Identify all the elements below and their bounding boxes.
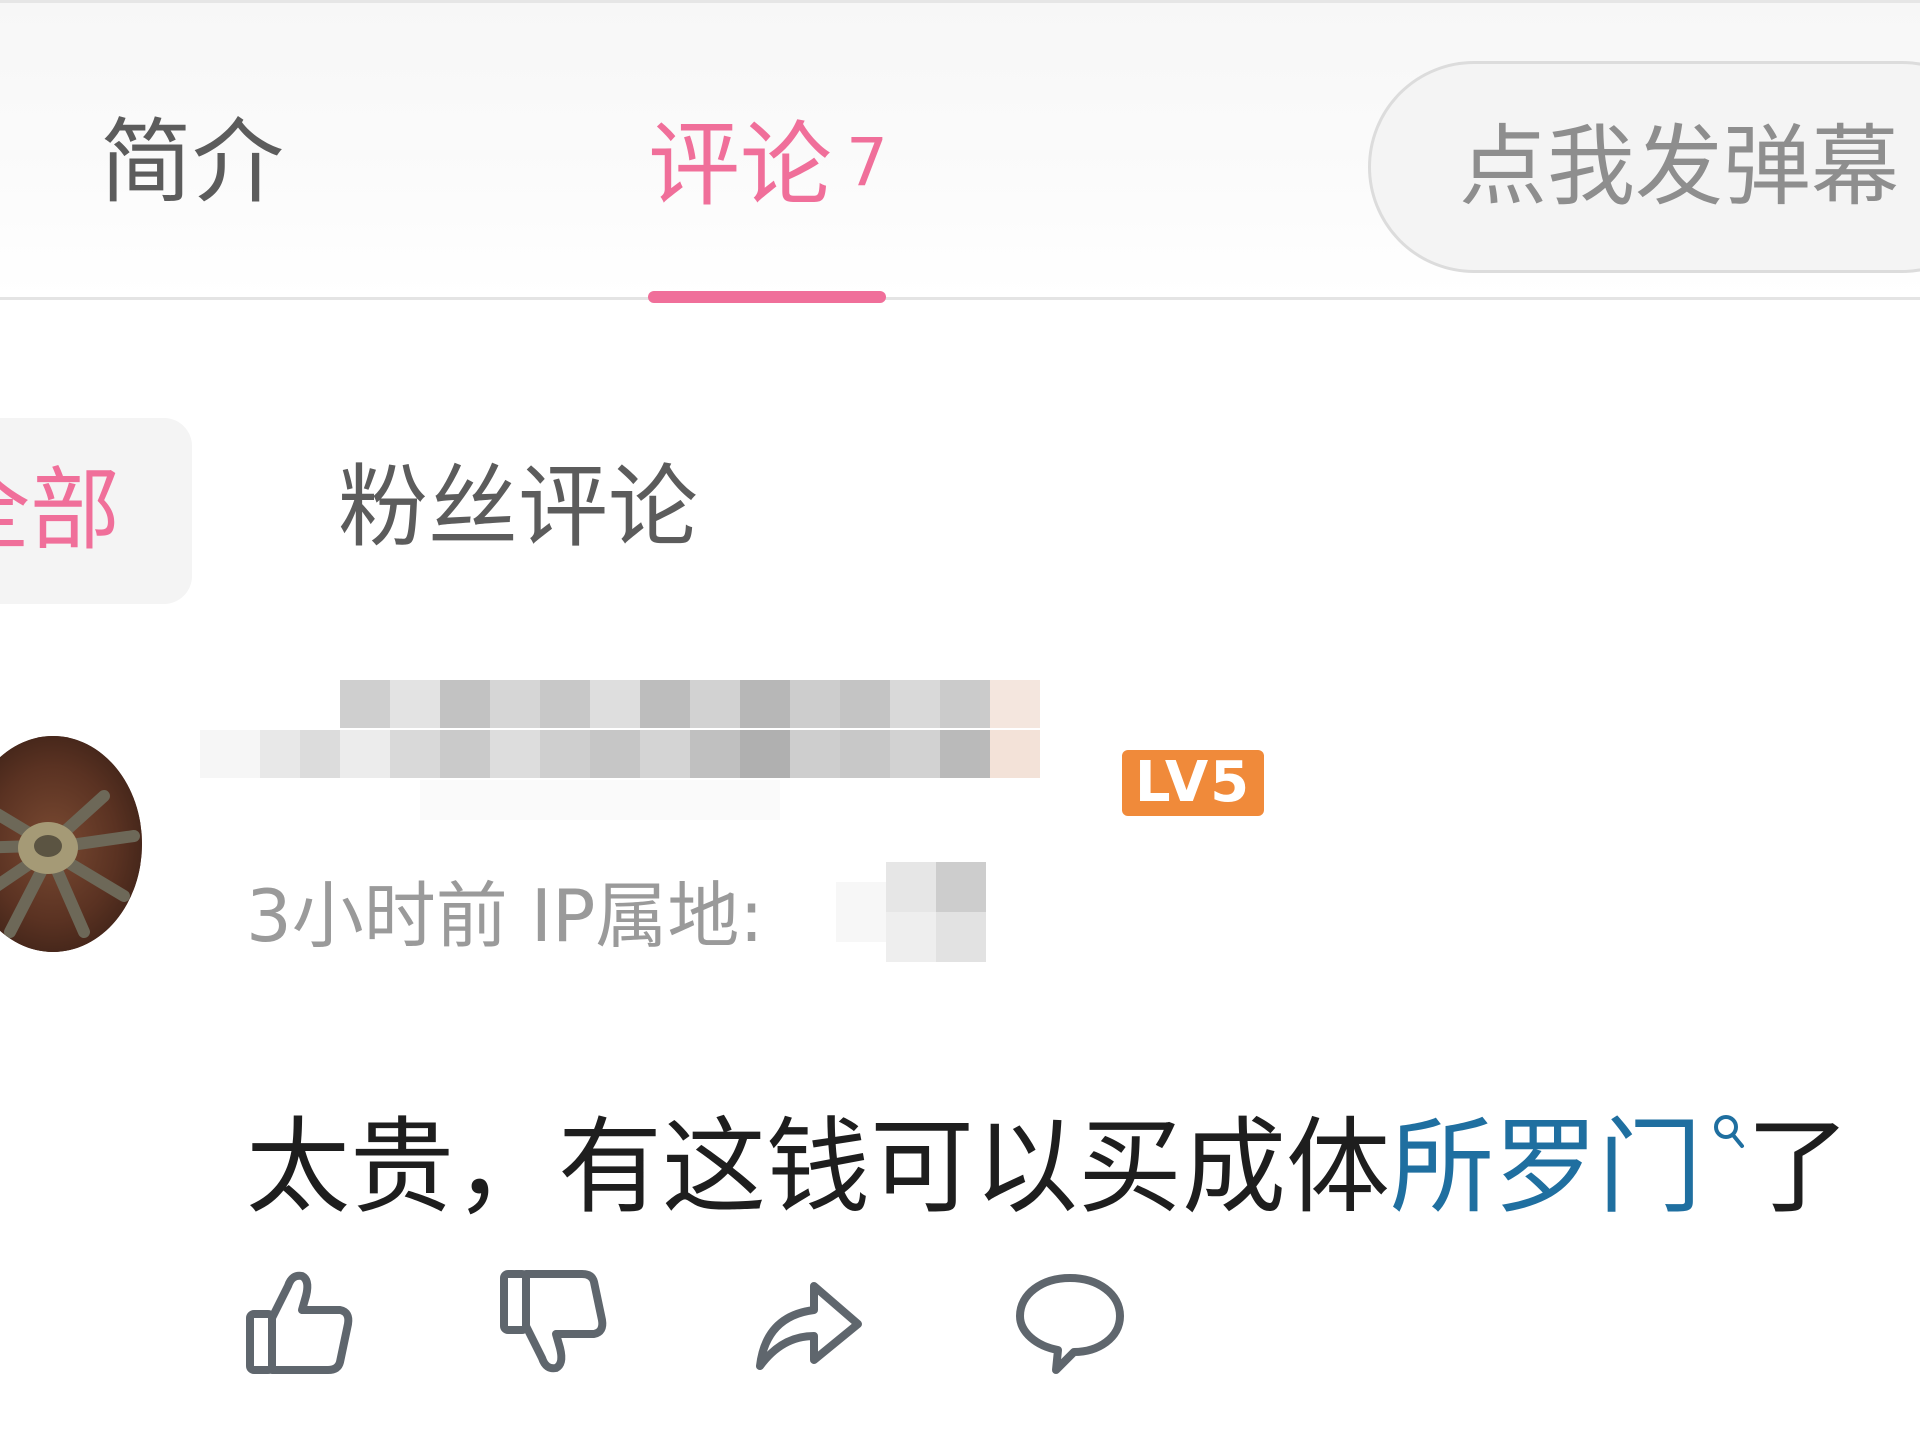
share-icon bbox=[756, 1282, 862, 1370]
comment-bubble-icon bbox=[1016, 1274, 1124, 1374]
keyword-link[interactable]: 所罗门 bbox=[1390, 1106, 1746, 1228]
filter-all-button[interactable]: 全部 bbox=[0, 418, 192, 604]
tab-comments-label: 评论 bbox=[648, 112, 833, 219]
keyword-text: 所罗门 bbox=[1390, 1106, 1703, 1228]
tab-comments-count: 7 bbox=[846, 124, 889, 201]
filter-all-label: 全部 bbox=[0, 458, 120, 563]
ip-location-blurred bbox=[836, 862, 1036, 972]
like-button[interactable] bbox=[244, 1266, 356, 1378]
search-icon bbox=[1712, 1050, 1746, 1180]
comment-time: 3小时前 bbox=[246, 874, 508, 958]
comment-text-before: 太贵，有这钱可以买成体 bbox=[246, 1106, 1391, 1228]
comment-page: 简介 评论7 点我发弹幕 全部 粉丝评论 bbox=[0, 0, 1920, 1440]
avatar-image bbox=[0, 736, 142, 952]
danmaku-input[interactable]: 点我发弹幕 bbox=[1368, 61, 1920, 273]
level-badge-text: LV5 bbox=[1134, 750, 1252, 815]
level-badge: LV5 bbox=[1122, 750, 1264, 816]
danmaku-placeholder: 点我发弹幕 bbox=[1459, 115, 1900, 218]
comment-meta: 3小时前 IP属地: bbox=[246, 876, 764, 956]
username-blurred[interactable] bbox=[200, 680, 1140, 860]
tab-intro[interactable]: 简介 bbox=[100, 113, 284, 213]
comment-text-after: 了 bbox=[1746, 1106, 1851, 1228]
thumbs-up-icon bbox=[246, 1271, 353, 1374]
filter-fans-label: 粉丝评论 bbox=[338, 455, 698, 560]
comment-ip-label: IP属地: bbox=[530, 874, 764, 958]
dislike-button[interactable] bbox=[498, 1266, 610, 1378]
tab-bar: 简介 评论 7 点我发弹幕 bbox=[0, 0, 1920, 303]
tab-comments[interactable]: 评论 7 bbox=[648, 113, 888, 216]
thumbs-down-icon bbox=[500, 1270, 607, 1373]
filter-fans-button[interactable]: 粉丝评论 bbox=[338, 458, 698, 558]
active-tab-indicator bbox=[648, 291, 886, 303]
reply-button[interactable] bbox=[1014, 1266, 1126, 1378]
avatar[interactable] bbox=[0, 736, 142, 952]
comment-body: 太贵，有这钱可以买成体所罗门了 bbox=[246, 1050, 1850, 1232]
share-button[interactable] bbox=[752, 1266, 864, 1378]
tab-intro-label: 简介 bbox=[100, 109, 285, 216]
